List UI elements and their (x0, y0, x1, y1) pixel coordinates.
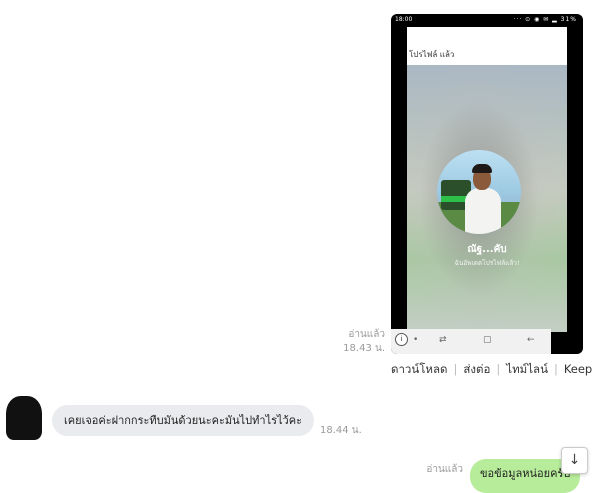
read-receipt: อ่านแล้ว (348, 329, 385, 340)
phone-header-title: โปรไฟล์ แล้ว (409, 50, 455, 59)
profile-avatar (437, 150, 521, 234)
sender-avatar[interactable] (6, 396, 42, 440)
divider: | (453, 362, 458, 376)
divider: | (496, 362, 501, 376)
arrow-down-icon: ↓ (568, 452, 581, 468)
profile-name: ณัฐ...คับ (467, 244, 507, 255)
phone-screen: โปรไฟล์ แล้ว ณัฐ...คับ ฉันอัพเดตโปรไฟล์แ… (407, 27, 567, 332)
info-icon[interactable]: i (395, 333, 408, 346)
phone-time: 18:00 (395, 16, 413, 23)
read-receipt: อ่านแล้ว (426, 464, 463, 475)
keep-link[interactable]: Keep (564, 362, 592, 376)
back-icon: ← (527, 335, 535, 345)
received-message-bubble[interactable]: เคยเจอค่ะฝากกระทืบมันด้วยนะคะมันไปทำไรไว… (52, 405, 314, 436)
avatar-shirt (465, 188, 501, 234)
message-time: 18.43 น. (343, 343, 385, 354)
profile-status: ฉันอัพเดตโปรไฟล์แล้ว! (454, 259, 520, 267)
scroll-down-button[interactable]: ↓ (561, 447, 588, 474)
phone-status-bar: 18:00 ··· ⊙ ◉ ✉ ▂ 31% (391, 14, 583, 27)
timeline-link[interactable]: ไทม์ไลน์ (506, 362, 548, 376)
avatar-hair (472, 164, 492, 173)
profile-background: ณัฐ...คับ ฉันอัพเดตโปรไฟล์แล้ว! (407, 65, 567, 332)
home-icon: ▢ (483, 335, 492, 345)
phone-header: โปรไฟล์ แล้ว (407, 27, 567, 65)
share-link[interactable]: ส่งต่อ (463, 362, 490, 376)
divider: | (553, 362, 558, 376)
message-time: 18.44 น. (320, 425, 362, 436)
dot-icon: • (413, 335, 419, 345)
image-message[interactable]: 18:00 ··· ⊙ ◉ ✉ ▂ 31% โปรไฟล์ แล้ว ณัฐ..… (391, 14, 583, 354)
image-actions: ดาวน์โหลด | ส่งต่อ | ไทม์ไลน์ | Keep (391, 361, 592, 379)
download-link[interactable]: ดาวน์โหลด (391, 362, 448, 376)
phone-status-icons: ··· ⊙ ◉ ✉ ▂ 31% (513, 16, 577, 23)
phone-nav-bar: i • ⇄ ▢ ← (391, 329, 551, 354)
switch-icon: ⇄ (439, 335, 447, 345)
